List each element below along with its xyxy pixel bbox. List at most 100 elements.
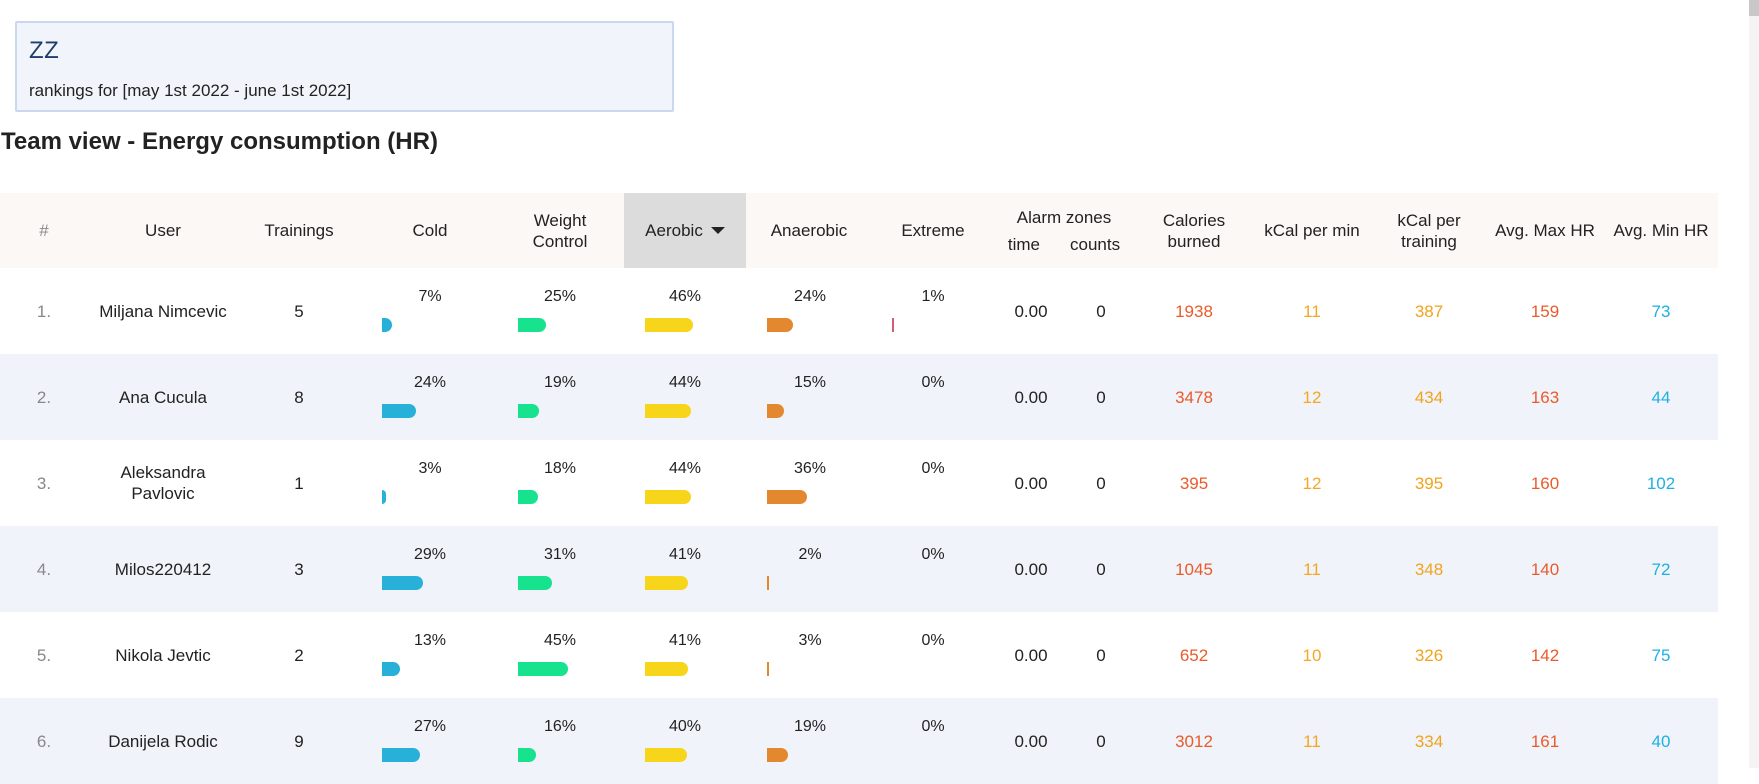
cold-percent: 7%: [418, 288, 442, 305]
avg-min-hr-cell: 44: [1651, 387, 1671, 407]
calories-cell: 3012: [1175, 731, 1213, 751]
extreme-zone-cell: 0%: [880, 698, 986, 784]
weight-bar: [518, 318, 546, 332]
anaerobic-bar: [767, 576, 769, 590]
col-header-trainings[interactable]: Trainings: [238, 193, 360, 268]
cold-percent: 29%: [413, 546, 447, 563]
weight-percent: 16%: [543, 718, 577, 735]
kcal-per-min-cell: 11: [1303, 301, 1321, 321]
rankings-info-box: ZZ rankings for [may 1st 2022 - june 1st…: [15, 21, 674, 112]
cold-percent: 24%: [413, 374, 447, 391]
trainings-cell: 9: [294, 731, 304, 751]
col-header-weight-control[interactable]: Weight Control: [510, 193, 610, 268]
avg-max-hr-cell: 163: [1530, 387, 1560, 407]
kcal-per-training-cell: 387: [1414, 301, 1444, 321]
cold-zone-cell: 27%: [375, 698, 485, 784]
alarm-time-cell: 0.00: [1014, 731, 1048, 751]
anaerobic-zone-cell: 2%: [755, 526, 865, 612]
aerobic-zone-cell: 41%: [630, 526, 740, 612]
aerobic-percent: 44%: [668, 374, 702, 391]
table-row[interactable]: 2. Ana Cucula 8 0.00 0 3478 12 434 163 44 24% 19% 44…: [0, 354, 1718, 440]
col-header-anaerobic[interactable]: Anaerobic: [750, 193, 868, 268]
scrollbar-thumb[interactable]: [1749, 0, 1759, 16]
anaerobic-percent: 19%: [793, 718, 827, 735]
col-header-kcal-per-training[interactable]: kCal per training: [1384, 193, 1474, 268]
rank-cell: 3.: [36, 473, 52, 493]
user-name[interactable]: Aleksandra Pavlovic: [88, 440, 238, 526]
anaerobic-bar: [767, 404, 784, 418]
anaerobic-percent: 3%: [798, 632, 822, 649]
user-name[interactable]: Danijela Rodic: [88, 698, 238, 784]
avg-min-hr-cell: 102: [1646, 473, 1676, 493]
col-header-cold[interactable]: Cold: [375, 193, 485, 268]
table-row[interactable]: 3. Aleksandra Pavlovic 1 0.00 0 395 12 395 160 10…: [0, 440, 1718, 526]
aerobic-zone-cell: 44%: [630, 354, 740, 440]
user-name[interactable]: Miljana Nimcevic: [88, 268, 238, 354]
aerobic-header-label: Aerobic: [645, 221, 703, 240]
aerobic-percent: 41%: [668, 546, 702, 563]
table-row[interactable]: 4. Milos220412 3 0.00 0 1045 11 348 140 72 29% 31% 4…: [0, 526, 1718, 612]
cold-zone-cell: 3%: [375, 440, 485, 526]
col-header-extreme[interactable]: Extreme: [880, 193, 986, 268]
trainings-cell: 3: [294, 559, 304, 579]
col-header-avg-max-hr[interactable]: Avg. Max HR: [1485, 193, 1605, 268]
aerobic-bar: [645, 318, 693, 332]
alarm-time-cell: 0.00: [1014, 387, 1048, 407]
rank-cell: 1.: [36, 301, 52, 321]
cold-zone-cell: 7%: [375, 268, 485, 354]
aerobic-percent: 41%: [668, 632, 702, 649]
aerobic-bar: [645, 662, 688, 676]
weight-bar: [518, 490, 538, 504]
extreme-zone-cell: 0%: [880, 526, 986, 612]
cold-bar: [382, 748, 420, 762]
col-header-alarm-counts[interactable]: counts: [1070, 234, 1120, 255]
page-scrollbar[interactable]: [1749, 0, 1759, 768]
rank-header-label: #: [39, 221, 49, 240]
anaerobic-zone-cell: 24%: [755, 268, 865, 354]
col-header-avg-min-hr[interactable]: Avg. Min HR: [1603, 193, 1719, 268]
weight-percent: 45%: [543, 632, 577, 649]
weight-bar: [518, 404, 539, 418]
page-title: Team view - Energy consumption (HR): [1, 128, 438, 155]
rank-cell: 6.: [36, 731, 52, 751]
avg-max-hr-cell: 140: [1530, 559, 1560, 579]
alarm-counts-cell: 0: [1096, 473, 1106, 493]
weight-percent: 25%: [543, 288, 577, 305]
extreme-percent: 1%: [921, 288, 945, 305]
avg-min-hr-cell: 40: [1651, 731, 1671, 751]
table-row[interactable]: 1. Miljana Nimcevic 5 0.00 0 1938 11 387 159 73 7%…: [0, 268, 1718, 354]
anaerobic-percent: 15%: [793, 374, 827, 391]
kcal-per-min-cell: 12: [1302, 473, 1322, 493]
weight-zone-cell: 16%: [510, 698, 610, 784]
avg-min-hr-cell: 72: [1651, 559, 1671, 579]
extreme-percent: 0%: [921, 632, 945, 649]
weight-zone-cell: 19%: [510, 354, 610, 440]
sort-desc-icon: [710, 227, 725, 234]
col-header-kcal-per-min[interactable]: kCal per min: [1250, 193, 1374, 268]
kcal-per-training-cell: 434: [1414, 387, 1444, 407]
cold-zone-cell: 29%: [375, 526, 485, 612]
anaerobic-percent: 36%: [793, 460, 827, 477]
col-header-user[interactable]: User: [88, 193, 238, 268]
table-row[interactable]: 6. Danijela Rodic 9 0.00 0 3012 11 334 161 40 27% 1…: [0, 698, 1718, 784]
alarm-counts-cell: 0: [1096, 301, 1106, 321]
kcal-per-min-cell: 11: [1303, 731, 1321, 751]
anaerobic-bar: [767, 318, 793, 332]
weight-zone-cell: 18%: [510, 440, 610, 526]
alarm-time-cell: 0.00: [1014, 559, 1048, 579]
table-row[interactable]: 5. Nikola Jevtic 2 0.00 0 652 10 326 142 75 13% 45%…: [0, 612, 1718, 698]
anaerobic-bar: [767, 490, 807, 504]
rank-cell: 5.: [36, 645, 52, 665]
col-header-alarm-time[interactable]: time: [1008, 234, 1040, 255]
extreme-zone-cell: 0%: [880, 354, 986, 440]
alarm-time-cell: 0.00: [1014, 645, 1048, 665]
col-header-aerobic[interactable]: Aerobic: [624, 193, 746, 268]
calories-cell: 1938: [1175, 301, 1213, 321]
user-name[interactable]: Nikola Jevtic: [88, 612, 238, 698]
anaerobic-zone-cell: 19%: [755, 698, 865, 784]
user-name[interactable]: Ana Cucula: [88, 354, 238, 440]
col-header-calories[interactable]: Calories burned: [1150, 193, 1238, 268]
extreme-zone-cell: 0%: [880, 440, 986, 526]
user-name[interactable]: Milos220412: [88, 526, 238, 612]
col-header-rank: #: [0, 193, 88, 268]
